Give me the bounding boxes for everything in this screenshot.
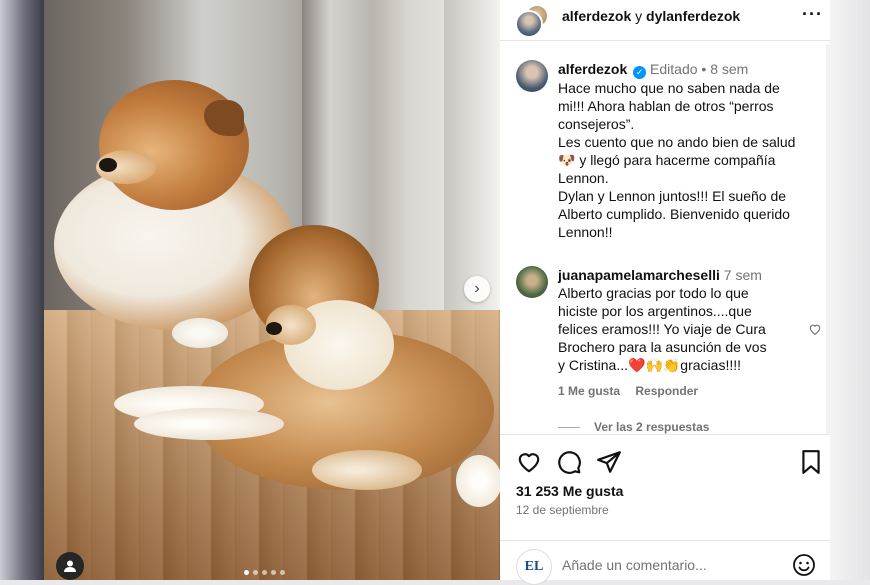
view-replies-button[interactable]: Ver las 2 respuestas <box>558 420 709 434</box>
verified-badge-icon: ✓ <box>633 66 647 79</box>
carousel-dot <box>244 570 249 575</box>
blurred-backdrop-right <box>830 0 870 580</box>
post-date[interactable]: 12 de septiembre <box>516 503 609 517</box>
reply-button[interactable]: Responder <box>635 384 698 398</box>
caption-line: Lennon. <box>558 170 609 186</box>
comments-list: alferdezok ✓ Editado • 8 sem Hace mucho … <box>500 44 826 434</box>
caption-line: Alberto cumplido. Bienvenido querido <box>558 206 790 222</box>
caption-line: 🐶 y llegó para hacerme compañía <box>558 152 776 168</box>
save-bookmark-icon[interactable] <box>798 449 824 475</box>
comment-text: Alberto gracias por todo lo que hiciste p… <box>558 284 826 374</box>
edited-label: Editado <box>650 61 698 77</box>
caption-line: Lennon!! <box>558 224 613 240</box>
carousel-dot <box>280 570 285 575</box>
comment-username[interactable]: juanapamelamarcheselli <box>558 267 720 283</box>
caption-line: consejeros”. <box>558 116 635 132</box>
post-header: alferdezok y dylanferdezok ··· <box>500 0 830 41</box>
comment-line: Brochero para la asunción de vos <box>558 339 767 355</box>
carousel-dot <box>253 570 258 575</box>
caption-username[interactable]: alferdezok <box>558 61 627 77</box>
post-authors[interactable]: alferdezok y dylanferdezok <box>562 8 740 24</box>
post-photo[interactable]: › <box>44 0 500 580</box>
blurred-backdrop-left <box>0 0 44 580</box>
more-options-icon[interactable]: ··· <box>802 4 823 25</box>
caption-text: Hace mucho que no saben nada de mi!!! Aho… <box>558 79 826 241</box>
caption-line: Hace mucho que no saben nada de <box>558 80 780 96</box>
comments-scrollbar[interactable] <box>826 44 830 434</box>
caption-line: mi!!! Ahora hablan de otros “perros <box>558 98 774 114</box>
collaborator-username[interactable]: dylanferdezok <box>646 8 740 24</box>
comment-line: y Cristina...❤️🙌👏gracias!!!! <box>558 357 741 373</box>
carousel-next-button[interactable]: › <box>464 276 490 302</box>
tagged-users-button[interactable] <box>56 552 84 580</box>
carousel-dot <box>262 570 267 575</box>
likes-count[interactable]: 31 253 Me gusta <box>516 483 623 499</box>
caption-line: Dylan y Lennon juntos!!! El sueño de <box>558 188 787 204</box>
post-actions: 31 253 Me gusta 12 de septiembre <box>500 434 830 545</box>
share-paper-plane-icon[interactable] <box>596 449 622 475</box>
comment-bubble-icon[interactable] <box>556 449 582 475</box>
carousel-dot <box>271 570 276 575</box>
heart-icon[interactable] <box>808 322 822 336</box>
comment-line: Alberto gracias por todo lo que <box>558 285 749 301</box>
avatar[interactable] <box>516 60 548 92</box>
comment-time[interactable]: 7 sem <box>724 267 762 283</box>
author-username[interactable]: alferdezok <box>562 8 631 24</box>
collab-avatars[interactable] <box>515 4 549 38</box>
comment-line: hiciste por los argentinos....que <box>558 303 752 319</box>
caption-time[interactable]: 8 sem <box>710 61 748 77</box>
caption-line: Les cuento que no ando bien de salud <box>558 134 796 150</box>
comment-likes[interactable]: 1 Me gusta <box>558 384 620 398</box>
avatar[interactable] <box>516 266 548 298</box>
avatar <box>515 10 543 38</box>
add-comment-bar: EL Añade un comentario... <box>500 540 830 585</box>
post-side-panel: alferdezok y dylanferdezok ··· alferdezo… <box>500 0 830 585</box>
chevron-right-icon: › <box>474 280 480 297</box>
like-heart-icon[interactable] <box>516 449 542 475</box>
carousel-indicator <box>244 570 285 575</box>
emoji-icon[interactable] <box>792 553 816 577</box>
user-icon <box>64 560 76 572</box>
comment-line: felices eramos!!! Yo viaje de Cura <box>558 321 766 337</box>
add-comment-input[interactable]: Añade un comentario... <box>562 557 707 573</box>
